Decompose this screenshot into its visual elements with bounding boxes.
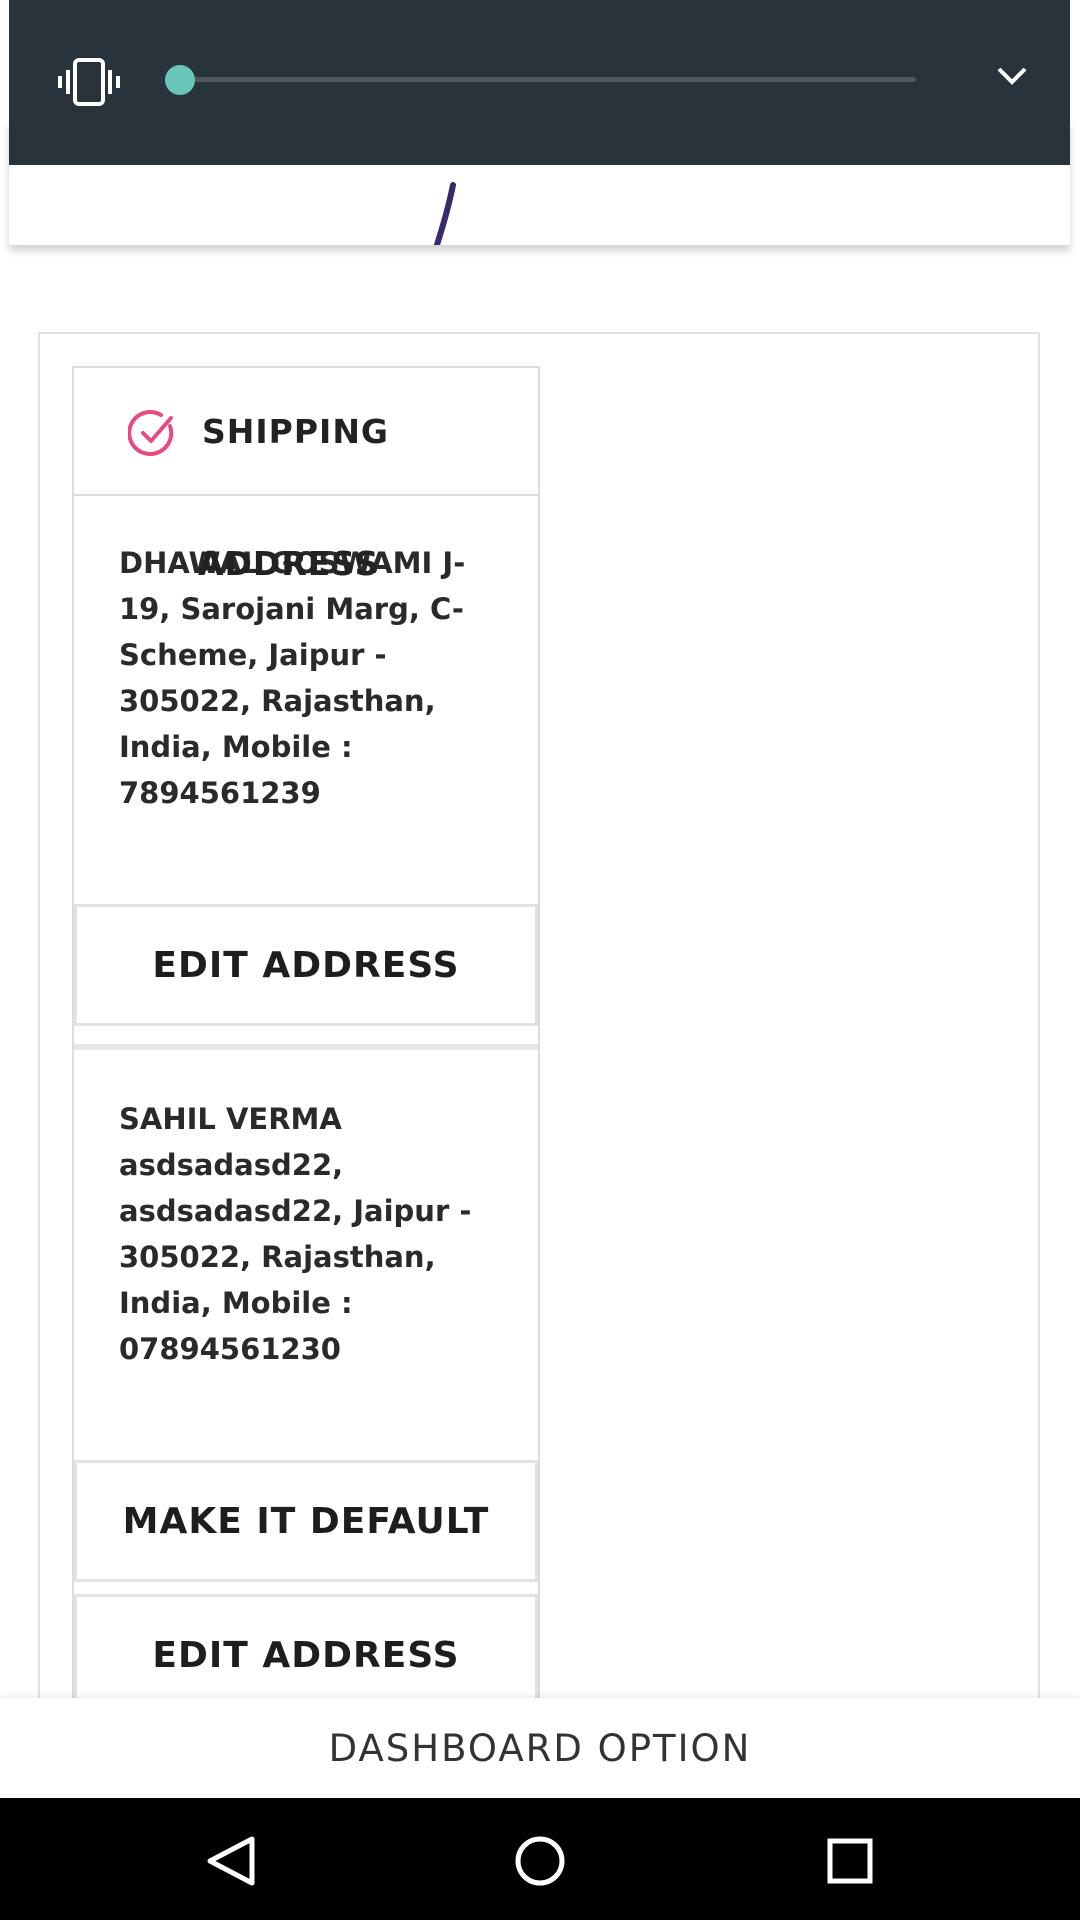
system-nav-bar [0, 1798, 1080, 1920]
recents-icon[interactable] [820, 1833, 880, 1889]
section-title-line2: ADDRESS [198, 544, 380, 583]
edit-address-button-1[interactable]: EDIT ADDRESS [74, 904, 538, 1026]
shipping-address-header: SHIPPING [72, 366, 540, 496]
address-card-2-text: SAHIL VERMA asdsadasd22, asdsadasd22, Ja… [119, 1102, 472, 1366]
make-default-button[interactable]: MAKE IT DEFAULT [74, 1460, 538, 1582]
section-title: SHIPPING [202, 412, 390, 451]
logo [433, 182, 456, 245]
home-icon[interactable] [510, 1833, 570, 1889]
volume-slider-track[interactable] [181, 77, 916, 82]
volume-slider-thumb[interactable] [165, 65, 195, 95]
divider [74, 1044, 538, 1050]
back-icon[interactable] [200, 1833, 260, 1889]
vibrate-icon[interactable] [57, 58, 121, 106]
chevron-down-icon[interactable] [995, 64, 1029, 88]
volume-panel [9, 0, 1070, 165]
dashboard-option-button[interactable]: DASHBOARD OPTION [0, 1698, 1080, 1798]
check-circle-icon [128, 410, 174, 456]
